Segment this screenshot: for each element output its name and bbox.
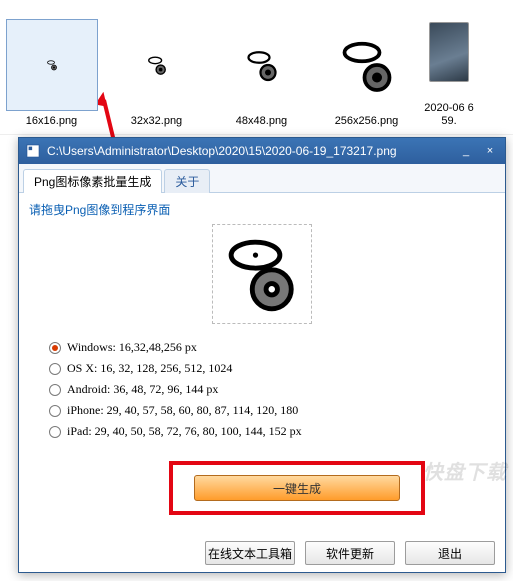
png-thumb-icon xyxy=(46,59,58,71)
file-photo[interactable]: 2020-06 659. xyxy=(424,6,474,128)
update-button[interactable]: 软件更新 xyxy=(305,541,395,565)
app-window: C:\Users\Administrator\Desktop\2020\15\2… xyxy=(18,137,506,573)
option-label: iPhone: 29, 40, 57, 58, 60, 80, 87, 114,… xyxy=(67,403,298,418)
generate-button[interactable]: 一键生成 xyxy=(194,475,400,501)
generate-highlight-box: 一键生成 xyxy=(169,461,425,515)
option-ipad[interactable]: iPad: 29, 40, 50, 58, 72, 76, 80, 100, 1… xyxy=(49,424,495,439)
file-48x48[interactable]: 48x48.png xyxy=(214,6,309,128)
option-label: Windows: 16,32,48,256 px xyxy=(67,340,197,355)
tab-about[interactable]: 关于 xyxy=(164,169,210,193)
radio-icon xyxy=(49,426,61,438)
tabs: Png图标像素批量生成 关于 xyxy=(19,164,505,193)
png-thumb-icon xyxy=(146,54,168,76)
option-android[interactable]: Android: 36, 48, 72, 96, 144 px xyxy=(49,382,495,397)
main-panel: 请拖曳Png图像到程序界面 Windows: 16,32,48,256 px O… xyxy=(19,193,505,573)
image-preview[interactable] xyxy=(212,224,312,324)
file-label: 16x16.png xyxy=(26,115,77,128)
png-thumb-icon xyxy=(337,35,397,95)
file-label: 48x48.png xyxy=(236,115,287,128)
tab-main[interactable]: Png图标像素批量生成 xyxy=(23,169,162,193)
file-label: 32x32.png xyxy=(131,115,182,128)
option-label: Android: 36, 48, 72, 96, 144 px xyxy=(67,382,218,397)
desktop-files: 16x16.png 32x32.png 48x48.png 256x256.pn… xyxy=(0,0,513,135)
png-thumb-icon xyxy=(244,47,280,83)
preview-image-icon xyxy=(223,234,301,315)
option-label: OS X: 16, 32, 128, 256, 512, 1024 xyxy=(67,361,232,376)
drag-hint: 请拖曳Png图像到程序界面 xyxy=(29,201,495,218)
option-windows[interactable]: Windows: 16,32,48,256 px xyxy=(49,340,495,355)
toolbox-button[interactable]: 在线文本工具箱 xyxy=(205,541,295,565)
titlebar[interactable]: C:\Users\Administrator\Desktop\2020\15\2… xyxy=(19,138,505,164)
radio-icon xyxy=(49,363,61,375)
file-label: 256x256.png xyxy=(335,115,399,128)
file-label: 2020-06 659. xyxy=(424,102,474,128)
radio-icon xyxy=(49,384,61,396)
option-osx[interactable]: OS X: 16, 32, 128, 256, 512, 1024 xyxy=(49,361,495,376)
close-button[interactable]: × xyxy=(481,144,499,158)
file-16x16[interactable]: 16x16.png xyxy=(4,6,99,128)
watermark: 快盘下载 xyxy=(423,456,507,485)
option-label: iPad: 29, 40, 50, 58, 72, 76, 80, 100, 1… xyxy=(67,424,302,439)
minimize-button[interactable]: _ xyxy=(457,144,475,158)
platform-options: Windows: 16,32,48,256 px OS X: 16, 32, 1… xyxy=(49,340,495,439)
bottom-buttons: 在线文本工具箱 软件更新 退出 xyxy=(205,541,495,565)
window-app-icon xyxy=(25,143,41,159)
radio-icon xyxy=(49,342,61,354)
file-256x256[interactable]: 256x256.png xyxy=(319,6,414,128)
file-32x32[interactable]: 32x32.png xyxy=(109,6,204,128)
radio-icon xyxy=(49,405,61,417)
option-iphone[interactable]: iPhone: 29, 40, 57, 58, 60, 80, 87, 114,… xyxy=(49,403,495,418)
photo-thumb-icon xyxy=(429,22,469,82)
exit-button[interactable]: 退出 xyxy=(405,541,495,565)
window-title: C:\Users\Administrator\Desktop\2020\15\2… xyxy=(47,144,457,158)
